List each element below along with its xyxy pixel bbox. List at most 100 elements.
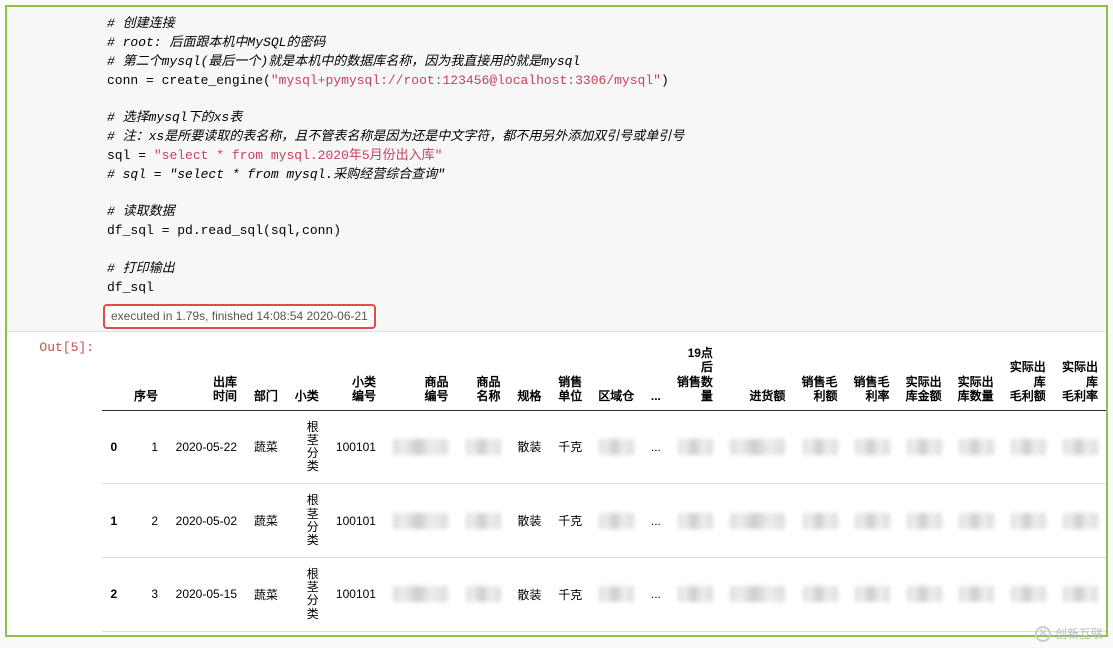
cell-blurred	[1002, 484, 1054, 558]
code-cell[interactable]: # 创建连接 # root: 后面跟本机中MySQL的密码 # 第二个mysql…	[7, 7, 1106, 332]
dataframe-table-wrap[interactable]: 序号 出库时间 部门 小类 小类编号 商品编号 商品名称 规格 销售单位 区域仓…	[102, 340, 1106, 632]
cell-blurred	[1002, 558, 1054, 632]
cell-blurred	[950, 558, 1002, 632]
table-header-row: 序号 出库时间 部门 小类 小类编号 商品编号 商品名称 规格 销售单位 区域仓…	[102, 340, 1106, 410]
cell-subclass: 根茎分类	[286, 484, 327, 558]
cell-spec: 散装	[509, 410, 550, 484]
cell-blurred	[384, 410, 457, 484]
code-comment: # 读取数据	[107, 203, 1098, 222]
col-actual-qty: 实际出库数量	[950, 340, 1002, 410]
cell-dept: 蔬菜	[245, 558, 286, 632]
cell-index: 0	[102, 410, 125, 484]
code-comment: # 打印输出	[107, 260, 1098, 279]
cell-blurred	[1054, 484, 1106, 558]
cell-blurred	[950, 410, 1002, 484]
cell-blurred	[898, 410, 950, 484]
table-row: 2 3 2020-05-15 蔬菜 根茎分类 100101 散装 千克 ...	[102, 558, 1106, 632]
execution-info: executed in 1.79s, finished 14:08:54 202…	[103, 304, 376, 329]
cell-spec: 散装	[509, 484, 550, 558]
code-line: sql = "select * from mysql.2020年5月份出入库"	[107, 147, 1098, 166]
cell-dept: 蔬菜	[245, 410, 286, 484]
code-line: df_sql = pd.read_sql(sql,conn)	[107, 222, 1098, 241]
col-subcode: 小类编号	[327, 340, 384, 410]
cell-blurred	[793, 558, 845, 632]
cell-ellipsis: ...	[642, 410, 669, 484]
col-gross-rate: 销售毛利率	[846, 340, 898, 410]
cell-blurred	[456, 410, 508, 484]
code-comment: # 注：xs是所要读取的表名称，且不管表名称是因为还是中文字符，都不用另外添加双…	[107, 128, 1098, 147]
cell-blurred	[590, 558, 642, 632]
col-date: 出库时间	[166, 340, 245, 410]
cell-subclass: 根茎分类	[286, 410, 327, 484]
notebook-container: # 创建连接 # root: 后面跟本机中MySQL的密码 # 第二个mysql…	[5, 5, 1108, 637]
cell-blurred	[846, 484, 898, 558]
cell-subcode: 100101	[327, 410, 384, 484]
code-line: conn = create_engine("mysql+pymysql://ro…	[107, 72, 1098, 91]
cell-blurred	[590, 484, 642, 558]
cell-blurred	[384, 484, 457, 558]
cell-blurred	[669, 558, 721, 632]
table-row: 0 1 2020-05-22 蔬菜 根茎分类 100101 散装 千克 ...	[102, 410, 1106, 484]
col-purchase: 进货额	[721, 340, 794, 410]
code-comment: # 选择mysql下的xs表	[107, 109, 1098, 128]
code-comment: # 第二个mysql(最后一个)就是本机中的数据库名称，因为我直接用的就是mys…	[107, 53, 1098, 72]
cell-blurred	[950, 484, 1002, 558]
cell-seq: 3	[125, 558, 166, 632]
cell-blurred	[898, 558, 950, 632]
cell-blurred	[721, 484, 794, 558]
col-prodcode: 商品编号	[384, 340, 457, 410]
table-row: 1 2 2020-05-02 蔬菜 根茎分类 100101 散装 千克 ...	[102, 484, 1106, 558]
cell-date: 2020-05-02	[166, 484, 245, 558]
code-line: df_sql	[107, 279, 1098, 298]
col-dept: 部门	[245, 340, 286, 410]
cell-blurred	[721, 558, 794, 632]
dataframe-table: 序号 出库时间 部门 小类 小类编号 商品编号 商品名称 规格 销售单位 区域仓…	[102, 340, 1106, 632]
cell-blurred	[793, 484, 845, 558]
cell-seq: 2	[125, 484, 166, 558]
cell-blurred	[669, 410, 721, 484]
cell-blurred	[1054, 558, 1106, 632]
cell-blurred	[898, 484, 950, 558]
cell-subcode: 100101	[327, 558, 384, 632]
cell-unit: 千克	[549, 484, 590, 558]
cell-blurred	[793, 410, 845, 484]
col-spec: 规格	[509, 340, 550, 410]
cell-blurred	[1054, 410, 1106, 484]
cell-blurred	[846, 410, 898, 484]
col-region: 区域仓	[590, 340, 642, 410]
code-comment: # 创建连接	[107, 15, 1098, 34]
cell-ellipsis: ...	[642, 484, 669, 558]
cell-date: 2020-05-22	[166, 410, 245, 484]
col-actual-amt: 实际出库金额	[898, 340, 950, 410]
cell-spec: 散装	[509, 558, 550, 632]
cell-seq: 1	[125, 410, 166, 484]
col-ellipsis: ...	[642, 340, 669, 410]
code-comment: # sql = "select * from mysql.采购经营综合查询"	[107, 166, 1098, 185]
watermark: ✕ 创新互联	[1035, 625, 1103, 642]
blank-line	[107, 90, 1098, 109]
col-gross-profit: 销售毛利额	[793, 340, 845, 410]
col-prodname: 商品名称	[456, 340, 508, 410]
watermark-text: 创新互联	[1055, 625, 1103, 642]
out-prompt: Out[5]:	[7, 340, 102, 632]
cell-blurred	[721, 410, 794, 484]
cell-subclass: 根茎分类	[286, 558, 327, 632]
col-seq: 序号	[125, 340, 166, 410]
watermark-logo-icon: ✕	[1035, 626, 1051, 642]
cell-blurred	[456, 558, 508, 632]
cell-unit: 千克	[549, 410, 590, 484]
cell-blurred	[384, 558, 457, 632]
cell-blurred	[846, 558, 898, 632]
cell-blurred	[1002, 410, 1054, 484]
cell-blurred	[669, 484, 721, 558]
cell-unit: 千克	[549, 558, 590, 632]
cell-index: 2	[102, 558, 125, 632]
cell-index: 1	[102, 484, 125, 558]
cell-ellipsis: ...	[642, 558, 669, 632]
cell-subcode: 100101	[327, 484, 384, 558]
code-comment: # root: 后面跟本机中MySQL的密码	[107, 34, 1098, 53]
cell-blurred	[590, 410, 642, 484]
col-subclass: 小类	[286, 340, 327, 410]
blank-line	[107, 241, 1098, 260]
col-index	[102, 340, 125, 410]
